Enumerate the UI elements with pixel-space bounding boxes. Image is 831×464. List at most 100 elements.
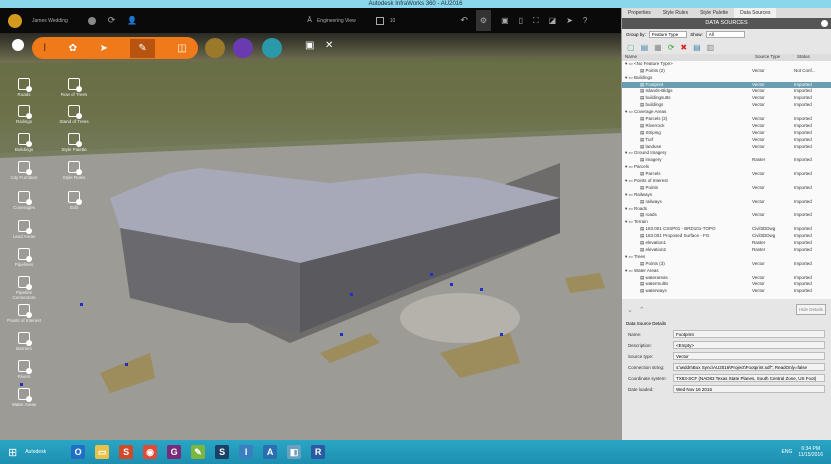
tool-rivers[interactable]: Rivers [6,360,42,379]
tool-coverages[interactable]: Coverages [6,191,42,210]
panel-icon[interactable]: ▣ [501,16,509,25]
add-source-icon[interactable]: ▢ [627,43,635,52]
taskbar-app-icon[interactable]: ▭ [95,445,110,459]
view-name[interactable]: Engineering View [317,18,356,24]
tool-railings[interactable]: Railings [6,105,42,124]
screenshot-icon[interactable]: ◪ [549,16,557,25]
sync-icon[interactable]: ⟳ [108,15,116,26]
tab-data-sources[interactable]: Data Sources [734,8,777,18]
detail-value[interactable]: TX83-SCF (NAD83 Texas State Planes, Sout… [673,374,825,383]
help-icon[interactable]: ? [583,16,587,25]
taskbar-app-icon[interactable]: S [119,445,134,459]
tree-item[interactable]: ▤ waterways Vector Imported [622,288,831,295]
tool-pipelines[interactable]: Pipelines [6,248,42,267]
taskbar-app-icon[interactable]: O [71,445,86,459]
tree-item[interactable]: ▤ buildingsutts Vector Imported [622,95,831,102]
tab-style-rules[interactable]: Style Rules [657,8,694,18]
taskbar-app-icon[interactable]: ✎ [191,445,206,459]
tree-group[interactable]: ▾ ▭ <No Feature Type> [622,61,831,68]
tree-item[interactable]: ▤ waterareas Vector Imported [622,275,831,282]
tree-item[interactable]: ▤ elevation2 Raster Imported [622,247,831,254]
home-button[interactable] [12,39,24,51]
tree-item[interactable]: ▤ Parcels (2) Vector Imported [622,116,831,123]
configure-icon[interactable]: ▦ [654,43,662,52]
tree-item[interactable]: ▤ Riverrock Vector Imported [622,123,831,130]
tool-edit[interactable]: Edit [56,191,92,210]
tree-group[interactable]: ▾ ▭ Water Areas [622,268,831,275]
tree-item[interactable]: ▤ Turf Vector Imported [622,137,831,144]
taskbar-app-icon[interactable]: I [239,445,254,459]
tab-style-palette[interactable]: Style Palette [694,8,734,18]
tree-item[interactable]: ▤ 183.001 CSSP01 - BRD101-TOPO Civil3DDwg… [622,226,831,233]
taskbar-app-icon[interactable]: ◉ [143,445,158,459]
tool-barriers[interactable]: Barriers [6,332,42,351]
refresh-icon[interactable]: ⟳ [668,43,675,52]
tool-water-areas[interactable]: Water Areas [6,388,42,407]
group-by-select[interactable]: Feature Type [648,31,688,38]
show-select[interactable]: All [705,31,745,38]
tool-land-areas[interactable]: Land Areas [6,220,42,239]
tree-group[interactable]: ▾ ▭ Points of Interest [622,178,831,185]
move-up-icon[interactable]: ⌃ [639,306,645,314]
tree-group[interactable]: ▾ ▭ Coverage Areas [622,109,831,116]
detail-value[interactable]: <Empty> [673,341,825,350]
tree-group[interactable]: ▾ ▭ Railways [622,192,831,199]
language[interactable]: ENG [782,449,793,455]
taskbar-app-icon[interactable]: A [263,445,278,459]
undo-icon[interactable]: ↶ [460,15,468,26]
manage-icon[interactable]: ✿ [69,43,77,54]
tool-stand-of-trees[interactable]: Stand of Trees [56,105,92,124]
tree-group[interactable]: ▾ ▭ Buildings [622,75,831,82]
proposal-icon[interactable] [375,16,384,25]
user-icon[interactable]: 👤 [127,16,137,25]
roads-module-button[interactable] [205,38,225,58]
proposal-count[interactable]: 10 [390,18,396,24]
tool-city-furniture[interactable]: City Furniture [6,161,42,180]
start-icon[interactable]: ⊞ [8,446,17,459]
tree-item[interactable]: ▤ elevation1 Raster Imported [622,240,831,247]
user-name[interactable]: James Wedding [32,18,68,24]
fullscreen-icon[interactable]: ⛶ [533,16,539,26]
tool-style-rules[interactable]: Style Rules [56,161,92,180]
delete-icon[interactable]: ✖ [680,43,687,52]
app-logo[interactable] [8,13,22,28]
close-icon[interactable] [821,20,828,27]
tree-item[interactable]: ▤ Parcels Vector Imported [622,171,831,178]
detail-value[interactable]: Wed Nov 16 2016 [673,385,825,394]
tree-item[interactable]: ▤ roads Vector Imported [622,212,831,219]
taskbar-app-icon[interactable]: S [215,445,230,459]
move-down-icon[interactable]: ⌄ [627,306,633,314]
analyze-icon[interactable]: ◫ [177,43,186,54]
tree-item[interactable]: ▤ Islands-Bldgs Vector Imported [622,88,831,95]
tree-item[interactable]: ▤ buildings Vector Imported [622,102,831,109]
bridge-module-button[interactable] [233,38,253,58]
tree-item[interactable]: ▤ Footprint Vector Imported [622,81,831,89]
detail-value[interactable]: Footprint [673,330,825,339]
status-icon[interactable] [87,16,96,25]
tree-group[interactable]: ▾ ▭ Terrain [622,219,831,226]
tree-group[interactable]: ▾ ▭ Roads [622,206,831,213]
tree-item[interactable]: ▤ Points (3) Vector Imported [622,261,831,268]
bookmark-icon[interactable]: ▯ [519,16,523,25]
3d-viewport[interactable]: Ⅰ ✿ ➤ ✎ ◫ ▣ ✕ Roads Row of Trees Railings S… [0,33,621,440]
tree-item[interactable]: ▤ landuse Vector Imported [622,144,831,151]
clock-date[interactable]: 11/15/2016 [798,452,823,458]
export-icon[interactable]: ▤ [693,43,701,52]
tree-group[interactable]: ▾ ▭ Ground Imagery [622,150,831,157]
tab-properties[interactable]: Properties [622,8,657,18]
select-icon[interactable]: ➤ [566,16,573,25]
taskbar-app-icon[interactable]: G [167,445,182,459]
col-status[interactable]: Status [797,54,810,61]
col-source-type[interactable]: Source Type [755,54,797,61]
drainage-module-button[interactable] [262,38,282,58]
tree-item[interactable]: ▤ Striping Vector Imported [622,130,831,137]
col-name[interactable]: Name [625,54,755,61]
tool-buildings[interactable]: Buildings [6,133,42,152]
settings-icon[interactable]: ⚙ [475,10,492,31]
tools-icon[interactable]: ✕ [325,40,333,51]
taskbar-app-icon[interactable]: ◧ [287,445,302,459]
sketch-icon[interactable]: ✎ [130,38,155,58]
tree-item[interactable]: ▤ railways Vector Imported [622,199,831,206]
create-icon[interactable]: Ⅰ [43,43,46,54]
taskbar-app-icon[interactable]: R [311,445,326,459]
